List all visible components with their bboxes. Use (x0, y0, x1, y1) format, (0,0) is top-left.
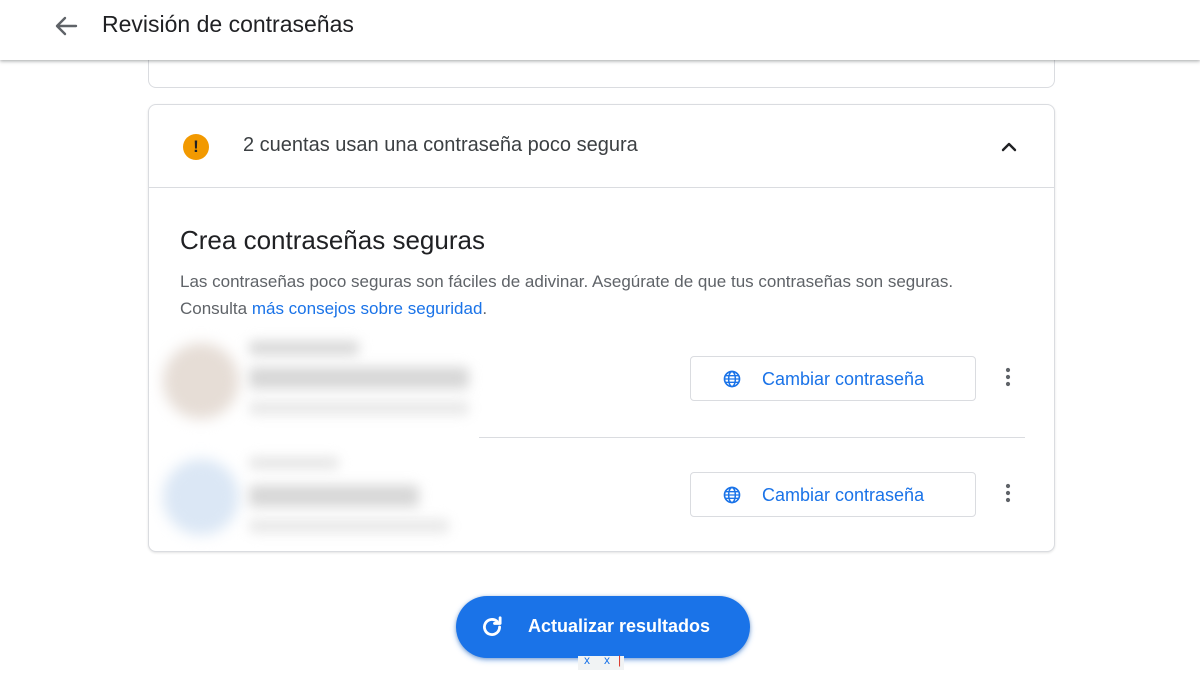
description-end: . (482, 299, 488, 318)
change-password-button[interactable]: Cambiar contraseña (690, 356, 976, 401)
row-divider (479, 437, 1025, 438)
blurred-site-name (249, 457, 339, 469)
change-password-label: Cambiar contraseña (762, 369, 925, 389)
warning-icon: ! (183, 134, 209, 160)
blurred-site-avatar (163, 459, 239, 535)
refresh-results-button[interactable]: Actualizar resultados (456, 596, 750, 658)
blurred-site-avatar (163, 343, 239, 419)
blurred-username (249, 485, 419, 507)
weak-passwords-header[interactable]: ! 2 cuentas usan una contraseña poco seg… (149, 105, 1054, 188)
globe-icon (723, 486, 741, 504)
partial-glyph: x (604, 653, 610, 667)
page-title: Revisión de contraseñas (102, 11, 354, 37)
more-vert-icon[interactable] (996, 481, 1020, 505)
refresh-results-label: Actualizar resultados (528, 616, 711, 636)
partial-glyph: | (618, 653, 622, 667)
globe-icon (723, 370, 741, 388)
account-row: Cambiar contraseña (149, 341, 1054, 441)
chevron-up-icon[interactable] (997, 135, 1021, 159)
partially-visible-element: x x | (578, 653, 624, 670)
partial-glyph: x (584, 653, 590, 667)
more-vert-icon[interactable] (996, 365, 1020, 389)
section-description: Las contraseñas poco seguras son fáciles… (180, 268, 1000, 322)
app-bar: Revisión de contraseñas (0, 0, 1200, 60)
refresh-icon (483, 616, 502, 636)
security-tips-link[interactable]: más consejos sobre seguridad (252, 299, 483, 318)
blurred-password (249, 519, 449, 533)
change-password-button[interactable]: Cambiar contraseña (690, 472, 976, 517)
arrow-back-icon[interactable] (50, 10, 82, 42)
weak-passwords-summary: 2 cuentas usan una contraseña poco segur… (243, 134, 638, 156)
change-password-label: Cambiar contraseña (762, 485, 925, 505)
weak-passwords-card: ! 2 cuentas usan una contraseña poco seg… (148, 104, 1055, 552)
blurred-site-name (249, 341, 359, 355)
blurred-password (249, 401, 469, 415)
blurred-username (249, 367, 469, 389)
account-row: Cambiar contraseña (149, 457, 1054, 557)
section-title: Crea contraseñas seguras (180, 225, 485, 255)
